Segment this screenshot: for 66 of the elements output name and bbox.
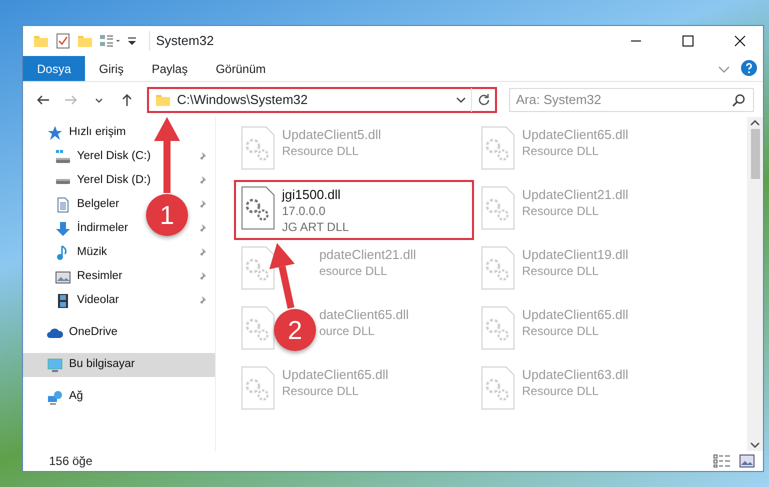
gear-file-icon bbox=[480, 306, 516, 350]
file-description: Resource DLL bbox=[522, 263, 599, 279]
ribbon-tab[interactable]: Giriş bbox=[85, 56, 138, 81]
drive-icon bbox=[55, 178, 71, 184]
star-icon bbox=[47, 125, 63, 141]
file-description: ource DLL bbox=[319, 323, 375, 339]
sidebar-item[interactable]: Yerel Disk (C:) bbox=[55, 148, 195, 166]
sidebar-item[interactable]: Resimler bbox=[55, 268, 195, 286]
new-folder-icon[interactable] bbox=[77, 33, 93, 49]
sidebar-item[interactable]: Videolar bbox=[55, 292, 195, 310]
monitor-icon bbox=[47, 357, 63, 373]
download-arrow-icon bbox=[55, 221, 71, 237]
file-description: Resource DLL bbox=[522, 203, 599, 219]
scrollbar-thumb[interactable] bbox=[750, 129, 760, 179]
gear-file-icon bbox=[240, 126, 276, 170]
scroll-down-icon[interactable] bbox=[750, 442, 760, 448]
gear-file-icon bbox=[240, 366, 276, 410]
back-icon bbox=[36, 92, 50, 106]
gear-file-icon bbox=[240, 306, 276, 350]
file-description: Resource DLL bbox=[282, 383, 359, 399]
forward-icon bbox=[64, 92, 78, 106]
maximize-icon bbox=[682, 35, 694, 47]
item-count: 156 öğe bbox=[49, 453, 92, 470]
gear-file-icon bbox=[240, 186, 276, 230]
properties-icon[interactable] bbox=[55, 33, 71, 49]
drive-icon bbox=[55, 149, 71, 165]
ribbon-tab[interactable]: Dosya bbox=[23, 56, 86, 81]
file-description: Resource DLL bbox=[522, 323, 599, 339]
details-view-icon[interactable] bbox=[713, 454, 731, 468]
sidebar-item[interactable]: Bu bilgisayar bbox=[47, 356, 207, 374]
film-icon bbox=[55, 293, 71, 309]
help-icon[interactable] bbox=[741, 60, 757, 76]
large-icons-view-icon[interactable] bbox=[739, 454, 755, 468]
ribbon-tab[interactable]: Paylaş bbox=[138, 56, 202, 81]
close-icon bbox=[734, 35, 746, 47]
search-field[interactable]: Ara: System32 bbox=[509, 88, 754, 112]
file-description: Resource DLL bbox=[522, 383, 599, 399]
annotation-arrow bbox=[269, 243, 295, 309]
ribbon-tab[interactable]: Görünüm bbox=[202, 56, 280, 81]
sidebar-item[interactable]: Yerel Disk (D:) bbox=[55, 172, 195, 190]
gear-file-icon bbox=[480, 126, 516, 170]
sidebar-item[interactable]: Hızlı erişim bbox=[47, 124, 207, 142]
up-icon bbox=[120, 92, 134, 106]
sidebar-item[interactable]: Müzik bbox=[55, 244, 195, 262]
view-list-icon[interactable] bbox=[99, 33, 121, 49]
refresh-icon bbox=[476, 92, 490, 106]
sidebar-item[interactable]: OneDrive bbox=[47, 324, 207, 342]
scrollbar[interactable] bbox=[747, 117, 763, 451]
file-description: Resource DLL bbox=[522, 143, 599, 159]
file-description: JG ART DLL bbox=[282, 219, 349, 235]
document-icon bbox=[55, 197, 71, 213]
gear-file-icon bbox=[480, 246, 516, 290]
gear-file-icon bbox=[480, 186, 516, 230]
file-description: Resource DLL bbox=[282, 143, 359, 159]
scroll-up-icon[interactable] bbox=[750, 120, 760, 126]
gear-file-icon bbox=[240, 246, 276, 290]
sidebar-item[interactable]: Ağ bbox=[47, 388, 207, 406]
folder-icon[interactable] bbox=[33, 33, 49, 49]
address-bar[interactable]: C:\Windows\System32 bbox=[147, 86, 497, 112]
window-title: System32 bbox=[149, 31, 214, 51]
file-description: 17.0.0.0 bbox=[282, 203, 326, 219]
gear-file-icon bbox=[480, 366, 516, 410]
file-description: esource DLL bbox=[319, 263, 388, 279]
picture-icon bbox=[55, 269, 71, 285]
network-icon bbox=[47, 389, 63, 405]
file-name[interactable]: jgi1500.dll bbox=[282, 186, 341, 203]
